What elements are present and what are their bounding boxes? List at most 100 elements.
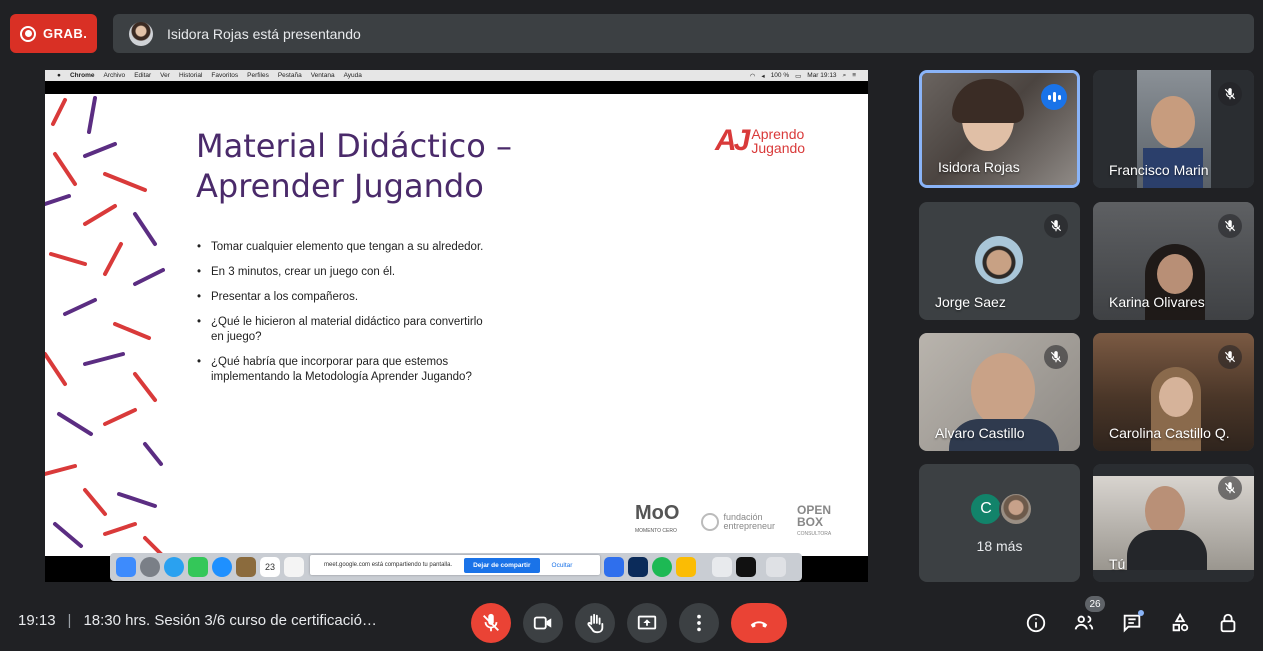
presenting-banner[interactable]: Isidora Rojas está presentando <box>113 14 1254 53</box>
terminal-icon <box>736 557 756 577</box>
finder-icon <box>116 557 136 577</box>
mic-toggle-button[interactable] <box>471 603 511 643</box>
mic-off-icon <box>1218 214 1242 238</box>
participant-tile[interactable]: Carolina Castillo Q. <box>1093 333 1254 451</box>
menu-item: Favoritos <box>211 72 239 79</box>
search-icon: ⌕ <box>842 71 847 79</box>
launchpad-icon <box>140 557 160 577</box>
more-participants-avatars: C <box>969 492 1033 526</box>
logo-mark: AJ <box>715 124 750 157</box>
hide-banner-link[interactable]: Ocultar <box>552 562 573 569</box>
mic-off-icon <box>1218 345 1242 369</box>
wifi-icon: ◠ <box>749 72 756 80</box>
info-icon <box>1026 613 1046 633</box>
sponsor-name: entrepreneur <box>723 521 775 531</box>
fundacion-entrepreneur-logo: fundación entrepreneur <box>701 513 775 531</box>
slide-bullet: ¿Qué habría que incorporar para que este… <box>197 355 497 385</box>
host-controls-icon <box>1220 613 1236 633</box>
current-time: 19:13 <box>18 612 56 629</box>
more-participants-count: 18 más <box>976 538 1023 554</box>
sponsor-sub: CONSULTORA <box>796 531 832 537</box>
stop-sharing-button[interactable]: Dejar de compartir <box>464 557 540 573</box>
messages-icon <box>212 557 232 577</box>
raise-hand-button[interactable] <box>575 603 615 643</box>
sponsor-name: MoO <box>635 502 680 524</box>
meeting-info: 19:13 | 18:30 hrs. Sesión 3/6 curso de c… <box>18 612 377 629</box>
participant-name: Alvaro Castillo <box>935 425 1025 441</box>
logo-line: Jugando <box>751 140 806 156</box>
participant-face <box>1151 96 1195 148</box>
share-banner-text: meet.google.com está compartiendo tu pan… <box>324 562 453 568</box>
participant-tile[interactable]: Francisco Marin <box>1093 70 1254 188</box>
menu-item: Archivo <box>103 72 126 79</box>
openbox-logo: OPEN BOX CONSULTORA <box>797 504 831 540</box>
screen-share-banner: meet.google.com está compartiendo tu pan… <box>310 555 600 575</box>
end-call-icon <box>750 621 768 628</box>
people-icon <box>1074 615 1094 630</box>
momento-cero-logo: MoO MOMENTO CERO <box>635 502 680 540</box>
participant-avatar <box>975 236 1023 284</box>
more-options-button[interactable] <box>679 603 719 643</box>
meeting-title[interactable]: 18:30 hrs. Sesión 3/6 curso de certifica… <box>83 612 376 629</box>
speaking-indicator-icon <box>1041 84 1067 110</box>
zoom-icon <box>604 557 624 577</box>
recording-label: GRAB. <box>43 26 88 41</box>
menu-item: Historial <box>178 72 203 79</box>
participant-face <box>1157 254 1193 294</box>
aprendo-jugando-logo: AJ Aprendo Jugando <box>715 124 805 158</box>
participant-tile[interactable]: Jorge Saez <box>919 202 1080 320</box>
calendar-icon: 23 <box>260 557 280 577</box>
more-participants-tile[interactable]: C 18 más <box>919 464 1080 582</box>
menu-item: Chrome <box>69 72 95 79</box>
volume-icon: ◂ <box>761 72 765 80</box>
menu-item: Perfiles <box>247 72 269 79</box>
facetime-icon <box>188 557 208 577</box>
participant-initial-avatar: C <box>969 492 1003 526</box>
mic-off-icon <box>1218 82 1242 106</box>
sponsor-sub: MOMENTO CERO <box>635 528 677 534</box>
chat-notification-dot <box>1138 610 1144 616</box>
activities-button[interactable] <box>1164 607 1196 639</box>
raise-hand-icon <box>587 613 604 634</box>
menu-item: Ayuda <box>343 72 362 79</box>
safari-icon <box>164 557 184 577</box>
self-tile[interactable]: Tú <box>1093 464 1254 582</box>
camera-toggle-button[interactable] <box>523 603 563 643</box>
slide-title-line: Material Didáctico – <box>196 127 512 165</box>
participant-face <box>971 353 1035 427</box>
battery-level: 100 % <box>770 72 790 79</box>
menu-item: Ver <box>160 72 170 79</box>
participant-avatar <box>999 492 1033 526</box>
sponsor-logos: MoO MOMENTO CERO fundación entrepreneur … <box>635 502 831 540</box>
shared-screen: ● Chrome Archivo Editar Ver Historial Fa… <box>45 70 868 582</box>
end-call-button[interactable] <box>731 603 787 643</box>
participant-name: Isidora Rojas <box>938 159 1020 175</box>
participant-face <box>1145 486 1185 536</box>
meeting-details-button[interactable] <box>1020 607 1052 639</box>
battery-icon: ▭ <box>795 72 802 80</box>
camera-icon <box>533 616 552 630</box>
recording-badge[interactable]: GRAB. <box>10 14 97 53</box>
slide-bullet: ¿Qué le hicieron al material didáctico p… <box>197 315 497 345</box>
present-screen-button[interactable] <box>627 603 667 643</box>
slide-title: Material Didáctico – Aprender Jugando <box>196 126 616 206</box>
mac-clock: Mar 19:13 <box>807 72 837 79</box>
menu-item: Pestaña <box>277 72 302 79</box>
menu-list-icon: ≡ <box>852 72 856 79</box>
presenter-avatar <box>129 21 153 46</box>
decorative-stripes <box>45 96 165 556</box>
mac-dock: 23 meet.google.com está compartiendo tu … <box>110 553 802 581</box>
participant-name: Tú <box>1109 556 1126 572</box>
app-icon <box>628 557 648 577</box>
participant-tile[interactable]: Karina Olivares <box>1093 202 1254 320</box>
participant-name: Carolina Castillo Q. <box>1109 425 1230 441</box>
reminders-icon <box>284 557 304 577</box>
host-controls-button[interactable] <box>1212 607 1244 639</box>
participant-tile[interactable]: Isidora Rojas <box>919 70 1080 188</box>
presenting-text: Isidora Rojas está presentando <box>167 25 361 42</box>
slide-bullet: Presentar a los compañeros. <box>197 290 497 305</box>
meet-window: GRAB. Isidora Rojas está presentando ● C… <box>0 0 1263 651</box>
participant-tile[interactable]: Alvaro Castillo <box>919 333 1080 451</box>
apple-icon: ● <box>57 72 61 79</box>
record-icon <box>20 25 36 42</box>
